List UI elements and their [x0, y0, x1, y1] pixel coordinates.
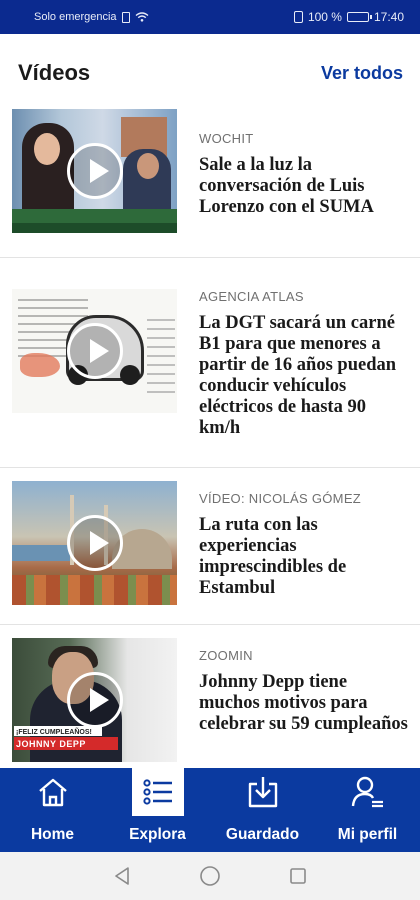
page-title: Vídeos — [18, 60, 91, 85]
nav-mi-perfil[interactable]: Mi perfil — [315, 768, 420, 852]
video-headline[interactable]: Sale a la luz la conversación de Luis Lo… — [199, 155, 408, 218]
video-headline[interactable]: Johnny Depp tiene muchos motivos para ce… — [199, 672, 408, 735]
video-card[interactable]: AGENCIA ATLAS La DGT sacará un carné B1 … — [0, 258, 420, 468]
video-card[interactable]: VÍDEO: NICOLÁS GÓMEZ La ruta con las exp… — [0, 468, 420, 625]
video-card[interactable]: ¡FELIZ CUMPLEAÑOS! JOHNNY DEPP ZOOMIN Jo… — [0, 625, 420, 785]
list-icon — [142, 779, 172, 805]
home-icon — [38, 778, 67, 807]
recents-icon[interactable] — [286, 864, 310, 888]
carrier-text: Solo emergencia — [34, 11, 117, 23]
nav-guardado[interactable]: Guardado — [210, 768, 315, 852]
wifi-icon — [135, 12, 149, 22]
back-icon[interactable] — [110, 864, 134, 888]
video-source: WOCHIT — [199, 131, 254, 146]
nav-label: Explora — [129, 826, 186, 843]
nav-label: Home — [30, 826, 75, 843]
see-all-link[interactable]: Ver todos — [321, 63, 403, 84]
system-nav-bar — [0, 852, 420, 900]
video-card[interactable]: WOCHIT Sale a la luz la conversación de … — [0, 96, 420, 258]
nav-home[interactable]: Home — [0, 768, 105, 852]
nav-label: Guardado — [225, 826, 300, 843]
thumbnail-caption: ¡FELIZ CUMPLEAÑOS! — [16, 729, 92, 736]
download-icon — [248, 777, 277, 808]
battery-percent: 100 % — [307, 10, 342, 24]
video-thumbnail[interactable]: ¡FELIZ CUMPLEAÑOS! JOHNNY DEPP — [12, 638, 177, 762]
video-list: WOCHIT Sale a la luz la conversación de … — [0, 96, 420, 785]
thumbnail-caption: JOHNNY DEPP — [16, 739, 86, 749]
video-thumbnail[interactable] — [12, 481, 177, 605]
video-headline[interactable]: La ruta con las experiencias imprescindi… — [199, 515, 408, 599]
video-source: VÍDEO: NICOLÁS GÓMEZ — [199, 491, 362, 506]
nav-explora[interactable]: Explora — [105, 768, 210, 852]
video-thumbnail[interactable] — [12, 289, 177, 413]
nav-label: Mi perfil — [337, 826, 398, 843]
play-icon[interactable] — [66, 323, 123, 379]
battery-icon — [346, 12, 372, 22]
home-circle-icon[interactable] — [198, 864, 222, 888]
video-source: ZOOMIN — [199, 648, 253, 663]
video-source: AGENCIA ATLAS — [199, 289, 304, 304]
bottom-nav: Home Explora Guardado Mi perfil — [0, 768, 420, 852]
clock: 17:40 — [373, 10, 404, 24]
play-icon[interactable] — [66, 143, 123, 199]
vibrate-icon — [293, 11, 303, 23]
play-icon[interactable] — [66, 672, 123, 728]
play-icon[interactable] — [66, 515, 123, 571]
video-thumbnail[interactable] — [12, 109, 177, 233]
sim-icon — [121, 11, 130, 23]
video-headline[interactable]: La DGT sacará un carné B1 para que menor… — [199, 313, 408, 439]
profile-icon — [351, 776, 383, 808]
status-bar: Solo emergencia 100 % 17:40 — [0, 0, 420, 34]
